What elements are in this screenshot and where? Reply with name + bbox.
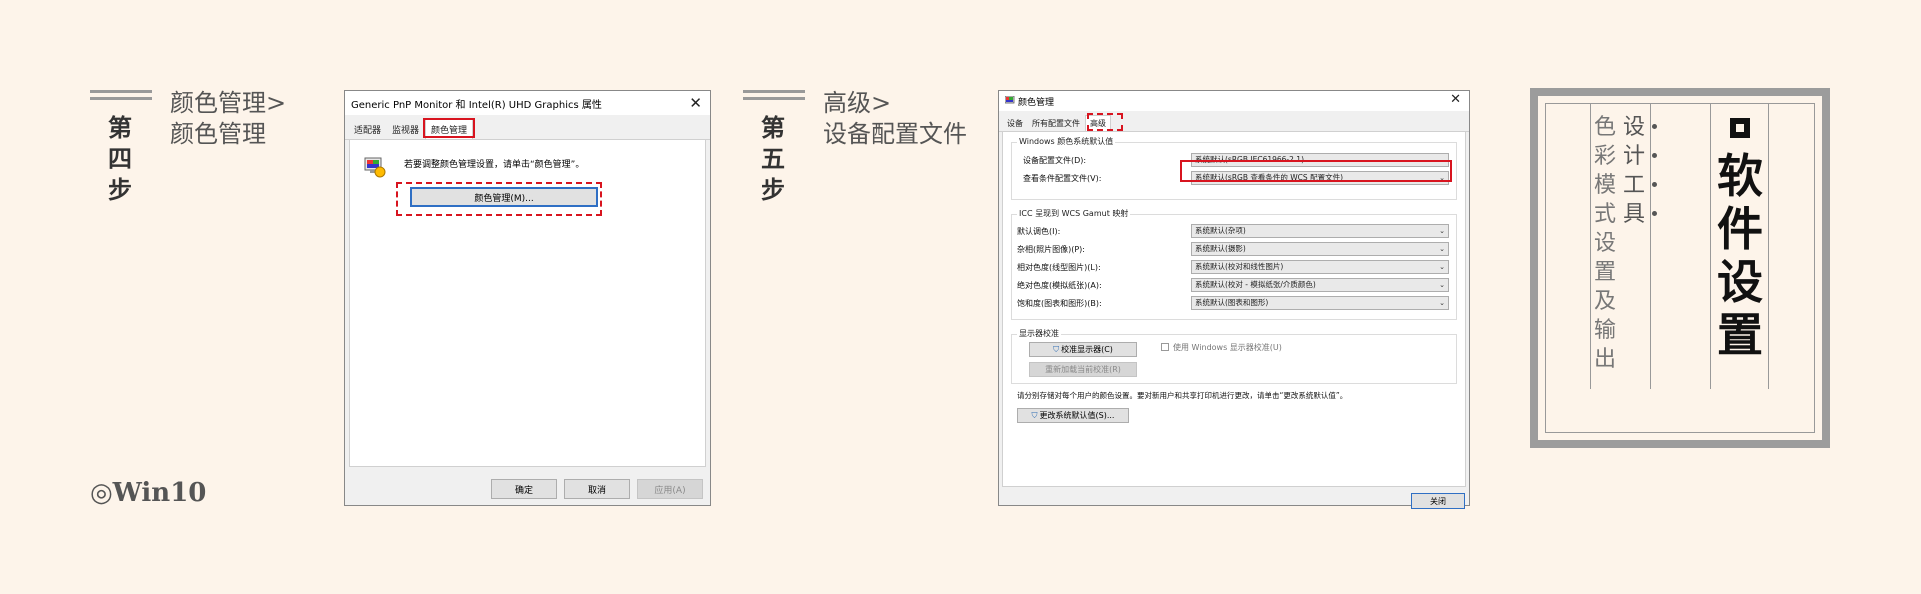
dialog1-tabs: 适配器 监视器 颜色管理 — [345, 115, 710, 140]
display-properties-dialog: Generic PnP Monitor 和 Intel(R) UHD Graph… — [344, 90, 711, 506]
step4-path-line1: 颜色管理> — [170, 89, 287, 117]
step5-bar-top — [743, 90, 805, 93]
ok-button[interactable]: 确定 — [491, 479, 557, 499]
step5-label: 第 五 步 — [761, 113, 785, 204]
card-main-title: 软件 设置 — [1717, 149, 1763, 362]
card-line-3 — [1710, 103, 1711, 389]
step5-bar-bottom — [743, 97, 805, 100]
dialog2-panel: Windows 颜色系统默认值 设备配置文件(D): 系统默认(sRGB IEC… — [1002, 131, 1466, 487]
intent-label-saturation: 饱和度(图表和图形)(B): — [1017, 299, 1102, 308]
reload-calibration-button[interactable]: 重新加载当前校准(R) — [1029, 362, 1137, 377]
group-gamut-mapping-title: ICC 呈现到 WCS Gamut 映射 — [1017, 208, 1131, 219]
calibrate-display-button[interactable]: ⛉ 校准显示器(C) — [1029, 342, 1137, 357]
chevron-down-icon: ⌄ — [1439, 263, 1445, 271]
chevron-down-icon: ⌄ — [1439, 299, 1445, 307]
chevron-down-icon: ⌄ — [1439, 245, 1445, 253]
tab-monitor[interactable]: 监视器 — [387, 120, 424, 139]
dialog1-instruction: 若要调整颜色管理设置，请单击“颜色管理”。 — [404, 160, 585, 170]
device-profile-label: 设备配置文件(D): — [1023, 156, 1087, 165]
tab-adapter[interactable]: 适配器 — [349, 120, 386, 139]
shield-icon: ⛉ — [1053, 344, 1060, 354]
card-line-2 — [1650, 103, 1651, 389]
step5-path-line2: 设备配置文件 — [823, 120, 967, 148]
chevron-down-icon: ⌄ — [1439, 227, 1445, 235]
tab-all-profiles[interactable]: 所有配置文件 — [1028, 116, 1084, 131]
highlight-color-button — [396, 182, 602, 216]
card-line-4 — [1768, 103, 1769, 389]
bullet-dot — [1652, 182, 1657, 187]
intent-select-default[interactable]: 系统默认(杂项) ⌄ — [1191, 224, 1449, 238]
step4-bar-top — [90, 90, 152, 93]
info-text: 请分别存储对每个用户的颜色设置。要对新用户和共享打印机进行更改，请单击“更改系统… — [1017, 391, 1348, 400]
step5-path: 高级> 设备配置文件 — [823, 88, 967, 150]
intent-select-saturation[interactable]: 系统默认(图表和图形) ⌄ — [1191, 296, 1449, 310]
dialog1-title: Generic PnP Monitor 和 Intel(R) UHD Graph… — [351, 99, 602, 111]
use-windows-calibration-checkbox[interactable] — [1161, 343, 1169, 351]
intent-label-perceptual: 杂相(照片图像)(P): — [1017, 245, 1086, 254]
intent-select-absolute[interactable]: 系统默认(校对 - 模拟纸张/介质颜色) ⌄ — [1191, 278, 1449, 292]
change-system-defaults-button[interactable]: ⛉ 更改系统默认值(S)... — [1017, 408, 1129, 423]
close-icon[interactable]: ✕ — [1450, 92, 1461, 107]
close-icon[interactable]: ✕ — [689, 94, 702, 112]
highlight-advanced-tab — [1087, 113, 1123, 131]
square-bullet-icon — [1730, 118, 1750, 138]
bullet-dot — [1652, 124, 1657, 129]
use-windows-calibration-label: 使用 Windows 显示器校准(U) — [1173, 343, 1282, 352]
shield-icon: ⛉ — [1031, 410, 1038, 420]
close-button[interactable]: 关闭 — [1411, 493, 1465, 509]
intent-select-relative[interactable]: 系统默认(校对和线性图片) ⌄ — [1191, 260, 1449, 274]
group-display-calibration-title: 显示器校准 — [1017, 328, 1061, 339]
bullet-dot — [1652, 153, 1657, 158]
step4-path-line2: 颜色管理 — [170, 120, 266, 148]
card-description: 色彩模 式设置 及输出 — [1593, 115, 1616, 372]
dialog2-tabs: 设备 所有配置文件 高级 — [999, 111, 1469, 132]
highlight-device-profile — [1180, 160, 1452, 182]
intent-label-relative: 相对色度(线型图片)(L): — [1017, 263, 1101, 272]
color-management-icon — [364, 157, 386, 178]
dialog2-titlebar: 颜色管理 ✕ — [999, 91, 1469, 111]
viewing-condition-label: 查看条件配置文件(V): — [1023, 174, 1102, 183]
dialog1-titlebar: Generic PnP Monitor 和 Intel(R) UHD Graph… — [345, 91, 710, 115]
card-tool-label: 设计 工具 — [1622, 115, 1645, 227]
step5-path-line1: 高级> — [823, 89, 892, 117]
dialog2-title: 颜色管理 — [1018, 97, 1055, 108]
card-line-frame — [1545, 103, 1815, 433]
chevron-down-icon: ⌄ — [1439, 281, 1445, 289]
step4-bar-bottom — [90, 97, 152, 100]
intent-label-absolute: 绝对色度(模拟纸张)(A): — [1017, 281, 1102, 290]
bullet-dot — [1652, 211, 1657, 216]
os-note: ◎Win10 — [90, 478, 207, 508]
highlight-color-tab — [423, 118, 475, 138]
cancel-button[interactable]: 取消 — [564, 479, 630, 499]
color-management-dialog: 颜色管理 ✕ 设备 所有配置文件 高级 Windows 颜色系统默认值 设备配置… — [998, 90, 1470, 509]
color-management-small-icon — [1005, 96, 1015, 104]
step4-path: 颜色管理> 颜色管理 — [170, 88, 286, 150]
apply-button[interactable]: 应用(A) — [637, 479, 703, 499]
step4-label: 第 四 步 — [108, 113, 132, 204]
intent-select-perceptual[interactable]: 系统默认(摄影) ⌄ — [1191, 242, 1449, 256]
intent-label-default: 默认调色(I): — [1017, 227, 1061, 236]
tab-devices[interactable]: 设备 — [1003, 116, 1027, 131]
dialog1-body: 适配器 监视器 颜色管理 若要调整颜色管理设置，请单击“颜色管理”。 颜色管理(… — [345, 115, 710, 505]
group-windows-defaults-title: Windows 颜色系统默认值 — [1017, 136, 1116, 147]
